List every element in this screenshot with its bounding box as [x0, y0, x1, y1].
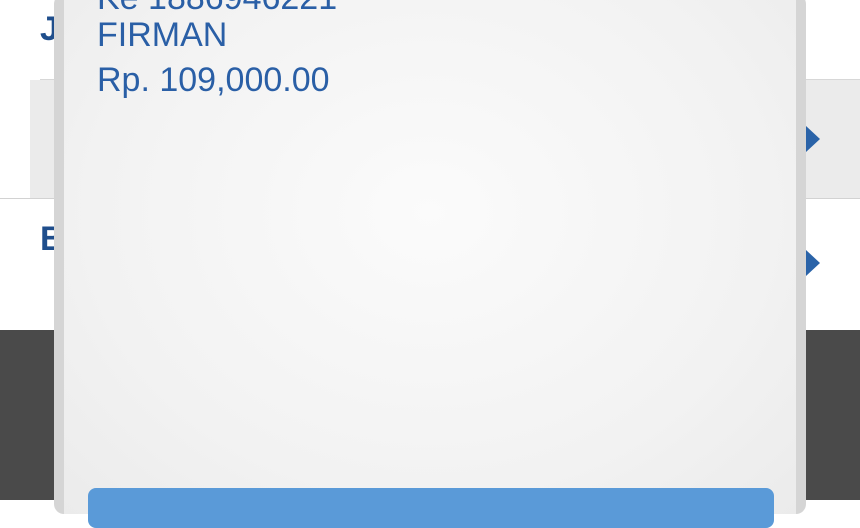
confirm-button[interactable]: [88, 488, 774, 528]
recipient-name: FIRMAN: [97, 16, 228, 54]
transfer-amount: Rp. 109,000.00: [97, 61, 330, 99]
chevron-right-icon: [806, 126, 820, 152]
chevron-right-icon: [806, 250, 820, 276]
